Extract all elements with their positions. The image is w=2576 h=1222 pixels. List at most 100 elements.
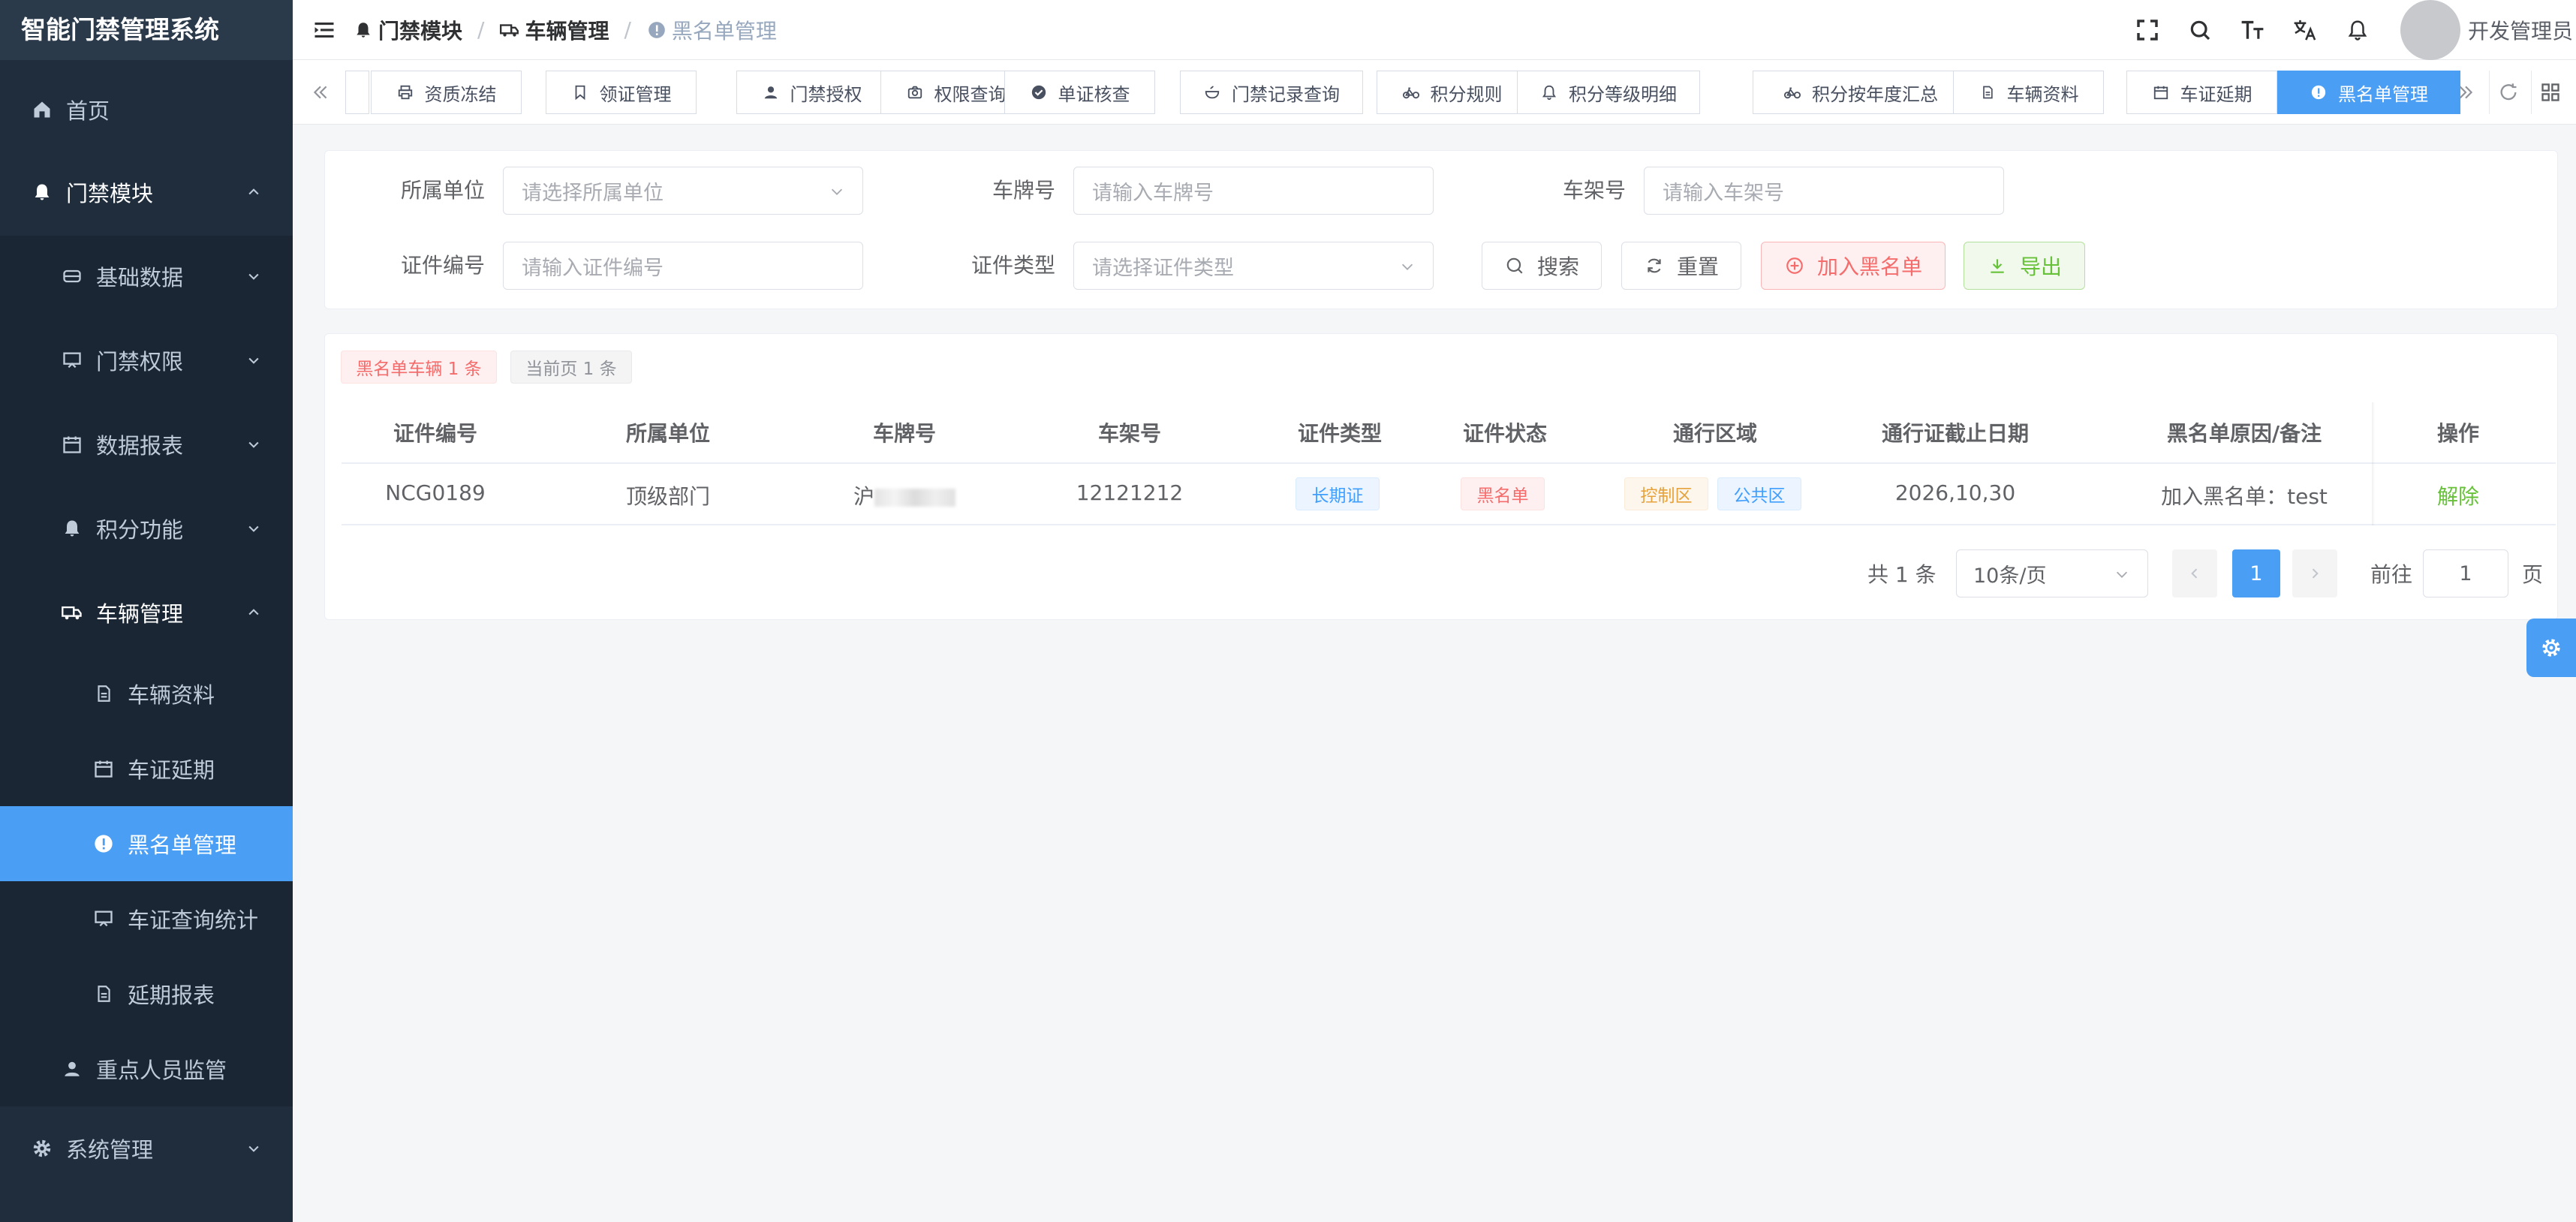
cert-no-input[interactable]: 请输入证件编号 (503, 242, 863, 290)
breadcrumb-item-access-module[interactable]: 门禁模块 (353, 15, 462, 45)
search-icon[interactable] (2184, 14, 2216, 46)
bell-icon (353, 20, 374, 41)
cell-frame: 12121212 (1076, 480, 1184, 505)
tag-item[interactable]: 积分等级明细 (1517, 71, 1700, 114)
plate-label: 车牌号 (992, 178, 1055, 203)
header-frame: 车架号 (1097, 421, 1161, 446)
header-plate: 车牌号 (872, 421, 936, 446)
tag-item[interactable]: 领证管理 (546, 71, 697, 114)
warning-icon (2310, 83, 2328, 101)
fullscreen-icon[interactable] (2132, 14, 2163, 46)
tag-label: 积分按年度汇总 (1812, 83, 1938, 105)
search-button[interactable]: 搜索 (1482, 242, 1602, 290)
sidebar-item-permit-stats[interactable]: 车证查询统计 (0, 881, 293, 956)
sidebar-item-label: 黑名单管理 (128, 832, 237, 858)
sidebar-item-blacklist[interactable]: 黑名单管理 (0, 806, 293, 881)
sidebar-item-label: 基础数据 (96, 265, 184, 290)
bowl-icon (1203, 83, 1221, 101)
sidebar-item-home[interactable]: 首页 (0, 72, 293, 147)
sidebar-item-points[interactable]: 积分功能 (0, 491, 293, 566)
tag-item[interactable]: 资质冻结 (371, 71, 522, 114)
cell-org: 顶级部门 (625, 484, 710, 509)
cert-type-select[interactable]: 请选择证件类型 (1073, 242, 1434, 290)
add-blacklist-button[interactable]: 加入黑名单 (1761, 242, 1946, 290)
sidebar: 智能门禁管理系统 首页 门禁模块 基础数据 门禁权限 数据报表 积分功能 车辆管… (0, 0, 293, 1222)
plate-mask (874, 489, 955, 507)
reset-button-label: 重置 (1676, 254, 1719, 279)
tag-item[interactable]: 门禁记录查询 (1180, 71, 1363, 114)
next-page-button[interactable] (2292, 549, 2337, 597)
sidebar-item-basic-data[interactable]: 基础数据 (0, 239, 293, 314)
chevron-down-icon (245, 519, 263, 537)
tag-item[interactable]: 门禁授权 (736, 71, 887, 114)
prev-page-button[interactable] (2172, 549, 2217, 597)
goto-page-input[interactable]: 1 (2423, 549, 2508, 597)
sidebar-item-data-reports[interactable]: 数据报表 (0, 407, 293, 482)
app-root: 智能门禁管理系统 首页 门禁模块 基础数据 门禁权限 数据报表 积分功能 车辆管… (0, 0, 2576, 1222)
bell-icon (30, 180, 54, 204)
cert-no-input-placeholder: 请输入证件编号 (522, 256, 664, 280)
chevron-left-icon (2191, 568, 2198, 579)
tag-item[interactable]: 车辆资料 (1953, 71, 2104, 114)
cell-cert-no: NCG0189 (385, 480, 486, 505)
sidebar-item-vehicle-mgmt[interactable]: 车辆管理 (0, 575, 293, 650)
tag-item[interactable]: 积分按年度汇总 (1753, 71, 1969, 114)
gear-icon (2542, 639, 2560, 657)
tags-scroll-right-icon[interactable] (2447, 71, 2484, 114)
plate-input-placeholder: 请输入车牌号 (1092, 181, 1214, 205)
sidebar-item-extension-report[interactable]: 延期报表 (0, 956, 293, 1031)
export-button[interactable]: 导出 (1964, 242, 2085, 290)
sidebar-item-vehicle-info[interactable]: 车辆资料 (0, 656, 293, 731)
plate-prefix: 沪 (853, 484, 874, 509)
font-size-icon[interactable] (2237, 14, 2268, 46)
chevron-down-icon (245, 351, 263, 369)
sidebar-item-permit-extension[interactable]: 车证延期 (0, 731, 293, 806)
page-number-current[interactable]: 1 (2232, 549, 2280, 597)
tag-item-partial[interactable] (345, 71, 369, 114)
tag-label: 门禁授权 (790, 83, 862, 105)
avatar[interactable] (2400, 0, 2460, 60)
sidebar-item-label: 重点人员监管 (96, 1058, 227, 1083)
tag-item[interactable]: 单证核查 (1004, 71, 1155, 114)
frame-input[interactable]: 请输入车架号 (1644, 167, 2004, 215)
page-size-select[interactable]: 10条/页 (1956, 549, 2148, 597)
document-icon (92, 982, 116, 1006)
username[interactable]: 开发管理员 (2468, 15, 2573, 45)
bell-icon[interactable] (2342, 14, 2373, 46)
tag-item[interactable]: 积分规则 (1377, 71, 1527, 114)
warning-icon (92, 832, 116, 856)
sidebar-item-system-mgmt[interactable]: 系统管理 (0, 1111, 293, 1186)
plus-circle-icon (1784, 255, 1805, 276)
sidebar-item-access-rights[interactable]: 门禁权限 (0, 323, 293, 398)
hamburger-icon[interactable] (309, 15, 339, 45)
org-select[interactable]: 请选择所属单位 (503, 167, 863, 215)
header-action: 操作 (2436, 421, 2479, 446)
sidebar-item-access-module[interactable]: 门禁模块 (0, 155, 293, 230)
sidebar-item-label: 车证查询统计 (128, 907, 259, 933)
bookmark-icon (571, 83, 589, 101)
printer-icon (396, 83, 414, 101)
reset-button[interactable]: 重置 (1621, 242, 1741, 290)
header-area: 通行区域 (1672, 421, 1757, 446)
tag-item[interactable]: 车证延期 (2126, 71, 2277, 114)
add-blacklist-button-label: 加入黑名单 (1816, 254, 1922, 279)
refresh-icon[interactable] (2489, 71, 2526, 114)
chevron-down-icon (828, 182, 846, 200)
page-size-value: 10条/页 (1973, 564, 2047, 588)
settings-button[interactable] (2526, 619, 2576, 677)
tag-item[interactable]: 黑名单管理 (2277, 71, 2460, 114)
translate-icon[interactable] (2289, 14, 2321, 46)
goto-page-value: 1 (2459, 561, 2472, 585)
breadcrumb-item-vehicle-mgmt[interactable]: 车辆管理 (499, 15, 609, 45)
tag-label: 积分规则 (1430, 83, 1503, 105)
cert-status-tag: 黑名单 (1461, 477, 1545, 510)
grid-menu-icon[interactable] (2531, 71, 2568, 114)
header-cert-no: 证件编号 (393, 421, 477, 446)
breadcrumb-separator: / (624, 17, 631, 42)
release-button[interactable]: 解除 (2409, 480, 2507, 510)
tag-label: 门禁记录查询 (1232, 83, 1340, 105)
plate-input[interactable]: 请输入车牌号 (1073, 167, 1434, 215)
sidebar-item-key-person[interactable]: 重点人员监管 (0, 1031, 293, 1106)
tags-scroll-left-icon[interactable] (302, 71, 339, 114)
sidebar-item-label: 车辆管理 (96, 601, 184, 627)
